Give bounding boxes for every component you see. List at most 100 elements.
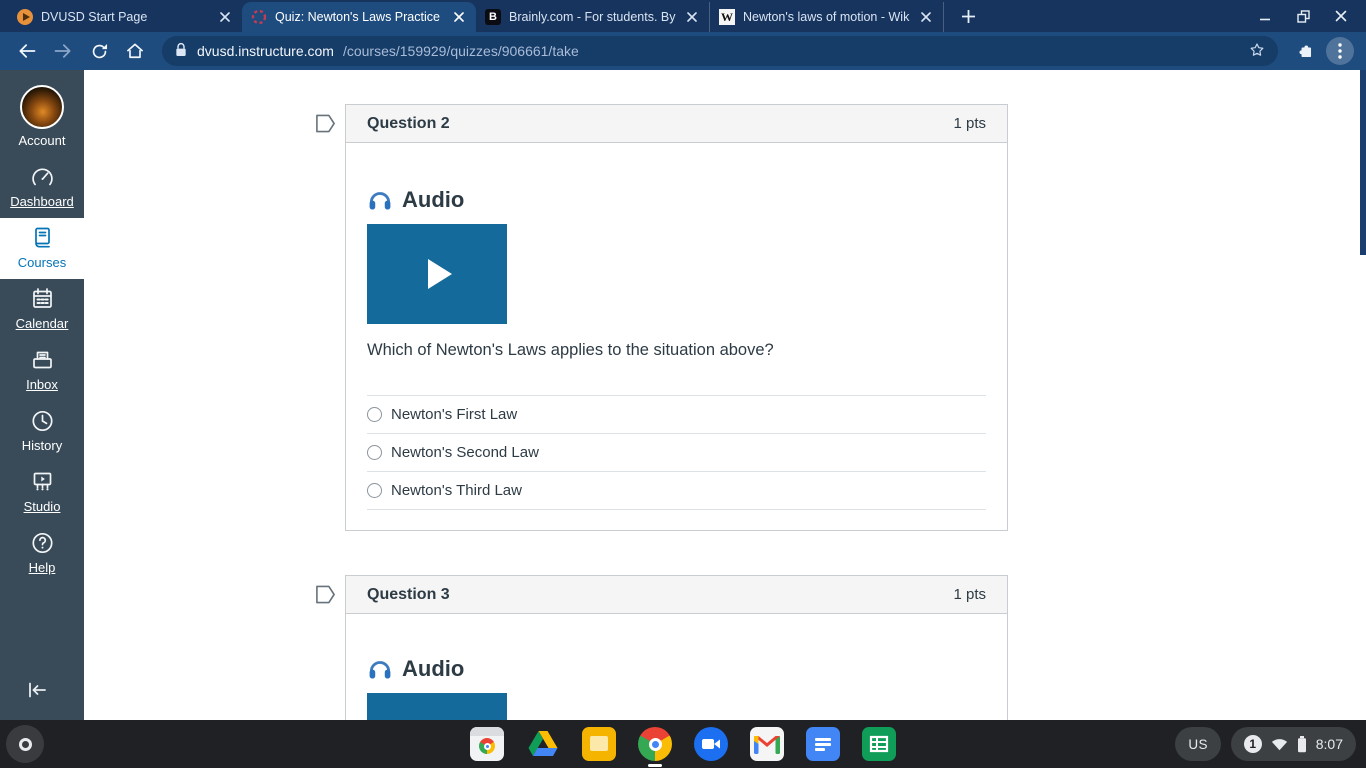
notification-count-badge: 1 [1243, 735, 1262, 753]
reload-button[interactable] [84, 36, 114, 66]
loading-spinner-red-favicon [251, 9, 267, 25]
keyboard-layout-button[interactable]: US [1175, 727, 1221, 761]
flag-question-button[interactable] [314, 113, 337, 139]
sidebar-item-courses[interactable]: Courses [0, 218, 84, 279]
studio-icon [33, 472, 51, 491]
keyboard-layout-label: US [1188, 736, 1208, 752]
browser-menu-button[interactable] [1326, 37, 1354, 65]
google-chrome-icon [638, 727, 672, 761]
sidebar-item-label: Inbox [26, 377, 58, 392]
user-avatar [20, 85, 64, 129]
audio-label: Audio [402, 187, 465, 212]
audio-player[interactable] [367, 693, 507, 720]
sidebar-item-label: Courses [17, 255, 67, 270]
sidebar-item-dashboard[interactable]: Dashboard [0, 157, 84, 218]
shelf-status-area: US 1 8:07 [1175, 727, 1356, 761]
close-tab-icon[interactable] [217, 9, 233, 25]
restore-window-button[interactable] [1288, 3, 1318, 29]
collapse-arrow-icon [29, 682, 46, 698]
status-tray-button[interactable]: 1 8:07 [1230, 727, 1356, 761]
app-google-sheets[interactable] [862, 727, 896, 761]
app-google-chrome[interactable] [638, 727, 672, 767]
extensions-puzzle-icon[interactable] [1290, 36, 1320, 66]
shelf-apps [470, 727, 896, 767]
app-google-slides[interactable] [582, 727, 616, 761]
minimize-window-button[interactable] [1250, 3, 1280, 29]
sidebar-item-label: Dashboard [10, 194, 74, 209]
app-gmail[interactable] [750, 727, 784, 761]
sidebar-item-inbox[interactable]: Inbox [0, 340, 84, 401]
app-google-docs[interactable] [806, 727, 840, 761]
lock-icon[interactable] [174, 42, 188, 61]
page-body: Account Dashboard Courses Calendar Inbox… [0, 70, 1366, 720]
google-slides-icon [582, 727, 616, 761]
answer-label: Newton's Third Law [391, 482, 522, 499]
book-icon [34, 227, 50, 248]
radio-button[interactable] [367, 445, 382, 460]
forward-button[interactable] [48, 36, 78, 66]
sidebar-item-calendar[interactable]: Calendar [0, 279, 84, 340]
collapse-sidebar-button[interactable] [0, 677, 84, 708]
url-path: /courses/159929/quizzes/906661/take [342, 43, 579, 59]
headphones-icon [369, 661, 391, 679]
audio-label: Audio [402, 656, 465, 681]
google-docs-icon [806, 727, 840, 761]
audio-heading: Audio [367, 185, 986, 215]
back-button[interactable] [12, 36, 42, 66]
answer-option-first-law[interactable]: Newton's First Law [367, 396, 986, 434]
close-window-button[interactable] [1326, 3, 1356, 29]
scrollbar-thumb[interactable] [1360, 70, 1366, 255]
question-prompt: Which of Newton's Laws applies to the si… [367, 341, 774, 359]
chromeos-shelf: US 1 8:07 [0, 720, 1366, 768]
inbox-icon [32, 351, 52, 369]
app-google-drive[interactable] [526, 727, 560, 761]
audio-player[interactable] [367, 224, 507, 324]
answer-label: Newton's Second Law [391, 444, 539, 461]
launcher-button[interactable] [6, 725, 44, 763]
flag-question-button[interactable] [314, 584, 337, 610]
close-tab-icon[interactable] [684, 9, 700, 25]
play-icon[interactable] [427, 259, 452, 289]
question-points: 1 pts [953, 115, 986, 132]
audio-heading: Audio [367, 654, 986, 684]
bookmark-flag-icon [316, 114, 335, 133]
answer-label: Newton's First Law [391, 406, 518, 423]
address-bar[interactable]: dvusd.instructure.com/courses/159929/qui… [162, 36, 1278, 66]
bookmark-flag-icon [316, 585, 335, 604]
tab-newtons-laws-wikipedia[interactable]: W Newton's laws of motion - Wikip [710, 2, 944, 32]
tab-dvusd-start-page[interactable]: DVUSD Start Page [8, 2, 242, 32]
sidebar-item-help[interactable]: Help [0, 523, 84, 584]
canvas-global-nav: Account Dashboard Courses Calendar Inbox… [0, 70, 84, 720]
radio-button[interactable] [367, 483, 382, 498]
calendar-icon [32, 288, 52, 308]
launcher-icon [18, 737, 32, 751]
google-drive-icon [528, 731, 558, 756]
new-tab-button[interactable] [954, 2, 982, 30]
home-button[interactable] [120, 36, 150, 66]
sidebar-item-history[interactable]: History [0, 401, 84, 462]
tab-title: DVUSD Start Page [41, 10, 148, 24]
app-web-store[interactable] [470, 727, 504, 761]
browser-tab-strip: DVUSD Start Page Quiz: Newton's Laws Pra… [0, 0, 1366, 32]
radio-button[interactable] [367, 407, 382, 422]
question-body: Audio [346, 654, 1007, 720]
sidebar-item-studio[interactable]: Studio [0, 462, 84, 523]
tab-quiz-newtons-laws[interactable]: Quiz: Newton's Laws Practice [242, 2, 476, 32]
answer-option-third-law[interactable]: Newton's Third Law [367, 472, 986, 510]
tab-brainly[interactable]: B Brainly.com - For students. By st [476, 2, 710, 32]
app-google-meet[interactable] [694, 727, 728, 761]
sidebar-item-label: Help [28, 560, 56, 575]
window-controls [1250, 3, 1366, 29]
active-app-indicator [648, 764, 662, 767]
brainly-favicon: B [485, 9, 501, 25]
battery-icon [1297, 735, 1306, 752]
close-tab-icon[interactable] [451, 9, 467, 25]
close-tab-icon[interactable] [918, 9, 934, 25]
answer-option-second-law[interactable]: Newton's Second Law [367, 434, 986, 472]
sidebar-item-label: Studio [23, 499, 61, 514]
sidebar-item-label: Calendar [15, 316, 69, 331]
sidebar-item-account[interactable]: Account [0, 78, 84, 157]
question-title: Question 2 [367, 114, 450, 132]
wifi-icon [1271, 739, 1287, 751]
bookmark-star-icon[interactable] [1248, 41, 1266, 62]
